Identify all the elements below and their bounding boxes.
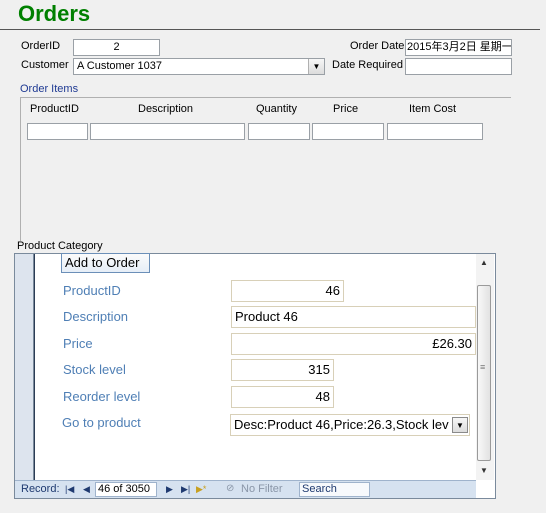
record-label: Record: xyxy=(21,483,60,495)
next-record-icon[interactable]: ▶ xyxy=(166,484,173,495)
price-label: Price xyxy=(63,336,93,351)
col-header-quantity: Quantity xyxy=(256,103,297,115)
col-header-description: Description xyxy=(138,103,194,115)
title-divider xyxy=(0,29,540,30)
productid-field[interactable]: 46 xyxy=(231,280,344,302)
add-to-order-button[interactable]: Add to Order xyxy=(61,253,150,273)
order-items-label: Order Items xyxy=(20,83,79,95)
new-item-quantity-field[interactable] xyxy=(248,123,310,140)
go-to-product-combo[interactable]: Desc:Product 46,Price:26.3,Stock lev xyxy=(230,414,470,436)
customer-value: A Customer 1037 xyxy=(77,60,162,72)
new-record-icon[interactable]: ▶* xyxy=(196,484,206,495)
first-record-icon[interactable]: |◀ xyxy=(65,484,74,495)
scroll-up-icon[interactable]: ▲ xyxy=(480,258,488,267)
description-label: Description xyxy=(63,309,129,324)
prev-record-icon[interactable]: ◀ xyxy=(83,484,90,495)
customer-combo[interactable]: A Customer 1037 xyxy=(73,58,325,75)
stock-level-label: Stock level xyxy=(63,362,126,377)
customer-label: Customer xyxy=(21,59,69,71)
col-header-price: Price xyxy=(333,103,359,115)
no-filter-button[interactable]: No Filter xyxy=(241,483,283,495)
scroll-down-icon[interactable]: ▼ xyxy=(480,466,488,475)
record-position-field[interactable]: 46 of 3050 xyxy=(95,482,157,497)
product-category-label: Product Category xyxy=(17,240,103,252)
last-record-icon[interactable]: ▶| xyxy=(181,484,190,495)
record-selector[interactable] xyxy=(15,254,34,480)
date-required-label: Date Required xyxy=(332,59,403,71)
new-item-price-field[interactable] xyxy=(312,123,384,140)
stock-level-field[interactable]: 315 xyxy=(231,359,334,381)
new-item-description-field[interactable] xyxy=(90,123,245,140)
col-header-productid: ProductID xyxy=(30,103,79,115)
new-item-productid-field[interactable] xyxy=(27,123,88,140)
go-to-product-value: Desc:Product 46,Price:26.3,Stock lev xyxy=(234,417,449,432)
scrollbar-thumb[interactable] xyxy=(477,285,491,461)
chevron-down-icon: ▼ xyxy=(456,420,464,430)
record-selector-divider xyxy=(34,254,35,480)
chevron-down-icon: ▼ xyxy=(312,62,321,71)
orderid-label: OrderID xyxy=(21,40,61,52)
productid-label: ProductID xyxy=(63,283,121,298)
customer-dropdown-button[interactable]: ▼ xyxy=(308,59,324,74)
reorder-level-field[interactable]: 48 xyxy=(231,386,334,408)
go-to-product-label: Go to product xyxy=(62,415,141,430)
price-field[interactable]: £26.30 xyxy=(231,333,476,355)
col-header-item-cost: Item Cost xyxy=(409,103,457,115)
date-required-field[interactable] xyxy=(405,58,512,75)
description-field[interactable]: Product 46 xyxy=(231,306,476,328)
scrollbar-grip-icon: ≡ xyxy=(480,362,486,372)
reorder-level-label: Reorder level xyxy=(63,389,141,404)
form-title: Orders xyxy=(18,1,91,26)
orderid-field[interactable]: 2 xyxy=(73,39,160,56)
order-date-label: Order Date xyxy=(350,40,405,52)
search-box[interactable]: Search xyxy=(299,482,370,497)
order-items-subform xyxy=(20,97,511,241)
go-to-product-dropdown-button[interactable]: ▼ xyxy=(452,417,468,433)
new-item-item-cost-field[interactable] xyxy=(387,123,483,140)
filter-icon: ⊘ xyxy=(226,483,235,494)
order-date-field[interactable]: 2015年3月2日 星期一 xyxy=(405,39,512,56)
